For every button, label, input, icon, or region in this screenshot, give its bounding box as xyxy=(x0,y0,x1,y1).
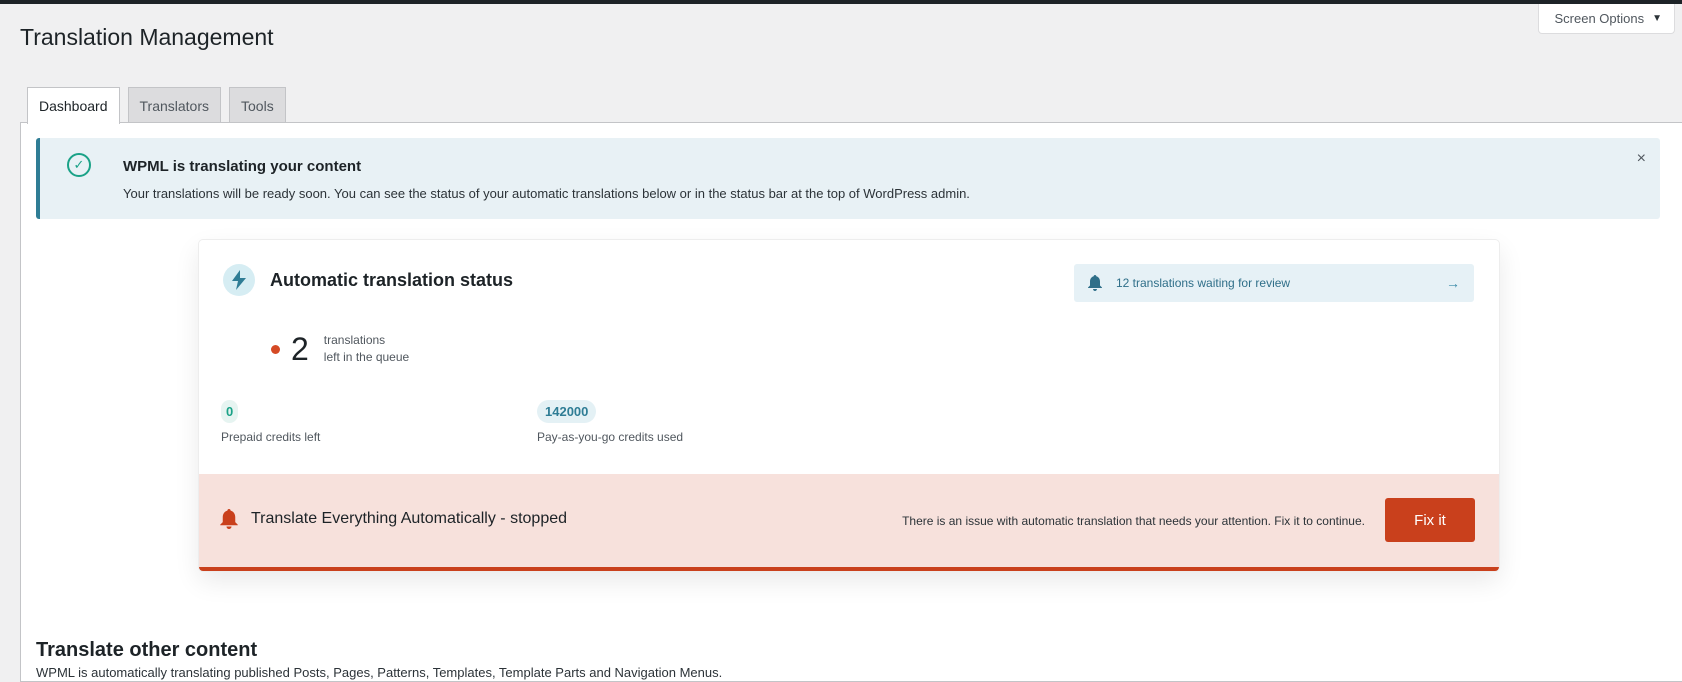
translating-notice: ✓ WPML is translating your content Your … xyxy=(36,138,1660,219)
prepaid-credits-label: Prepaid credits left xyxy=(221,430,321,444)
payg-credits-value: 142000 xyxy=(537,400,597,423)
bell-icon xyxy=(220,509,238,529)
tab-translators[interactable]: Translators xyxy=(127,87,222,123)
queue-caption-line1: translations xyxy=(323,333,386,347)
alert-message: There is an issue with automatic transla… xyxy=(902,514,1365,528)
tab-tools[interactable]: Tools xyxy=(229,87,286,123)
nav-tabs: Dashboard Translators Tools xyxy=(27,87,286,124)
screen-options-button[interactable]: Screen Options ▼ xyxy=(1538,4,1675,34)
screen-options-label: Screen Options xyxy=(1554,11,1645,26)
bell-icon xyxy=(1088,275,1104,291)
arrow-right-icon: → xyxy=(1446,275,1460,291)
tab-dashboard[interactable]: Dashboard xyxy=(27,87,120,124)
caret-down-icon: ▼ xyxy=(1652,13,1662,24)
dashboard-panel: ✓ WPML is translating your content Your … xyxy=(20,122,1682,682)
admin-top-bar xyxy=(0,0,1682,4)
queue-status-dot xyxy=(271,344,280,354)
queue-caption-line2: left in the queue xyxy=(323,350,410,364)
prepaid-credits-value: 0 xyxy=(221,400,239,423)
notice-body: Your translations will be ready soon. Yo… xyxy=(123,186,970,201)
queue-count: 2 xyxy=(291,331,309,367)
review-translations-button[interactable]: 12 translations waiting for review → xyxy=(1074,264,1474,302)
queue-caption: translations left in the queue xyxy=(324,332,409,366)
page-title: Translation Management xyxy=(20,24,274,50)
translation-stopped-alert: Translate Everything Automatically - sto… xyxy=(199,474,1499,571)
other-content-description: WPML is automatically translating publis… xyxy=(36,665,723,680)
automatic-translation-status-card: Automatic translation status 12 translat… xyxy=(199,240,1499,571)
review-label: 12 translations waiting for review xyxy=(1116,276,1291,290)
status-title: Automatic translation status xyxy=(270,270,514,290)
alert-title: Translate Everything Automatically - sto… xyxy=(251,510,568,527)
fix-it-button[interactable]: Fix it xyxy=(1385,498,1475,542)
check-circle-icon: ✓ xyxy=(67,153,91,177)
prepaid-credits: 0 Prepaid credits left xyxy=(221,400,320,444)
other-content-title: Translate other content xyxy=(36,639,258,661)
lightning-bolt-icon xyxy=(223,264,255,296)
queue-counter: 2 translations left in the queue xyxy=(271,332,409,366)
payg-credits: 142000 Pay-as-you-go credits used xyxy=(537,400,683,444)
close-icon[interactable]: × xyxy=(1637,150,1646,168)
payg-credits-label: Pay-as-you-go credits used xyxy=(537,430,684,444)
notice-title: WPML is translating your content xyxy=(123,158,362,175)
